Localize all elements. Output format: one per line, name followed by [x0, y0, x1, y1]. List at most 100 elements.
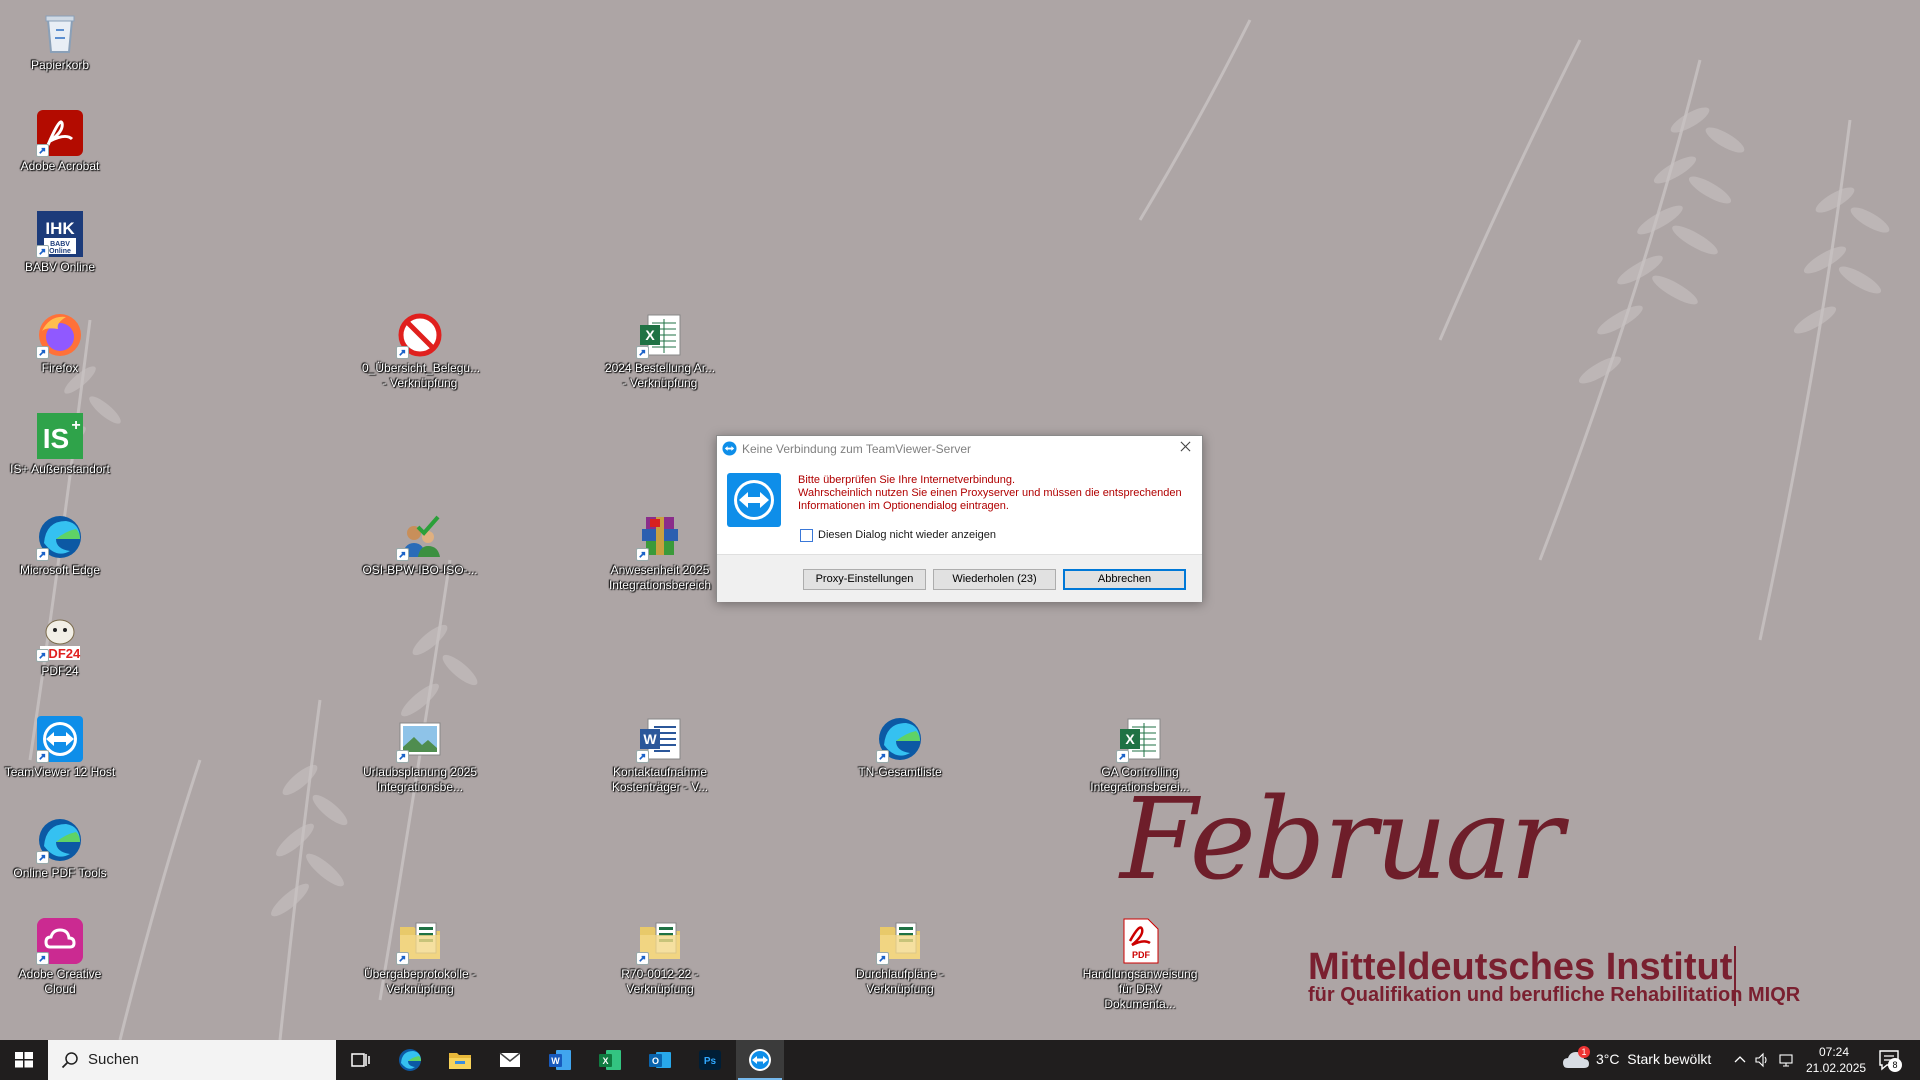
clock-date: 21.02.2025 — [1806, 1061, 1867, 1075]
network-button[interactable] — [1778, 1052, 1796, 1068]
desktop-icon-label: Durchlaufpläne - Verknüpfung — [855, 967, 945, 996]
shortcut-arrow-icon — [636, 346, 649, 359]
desktop-icon-label: Adobe Acrobat — [20, 159, 100, 173]
desktop-icon-kontaktaufnahme[interactable]: W Kontaktaufnahme Kostenträger - V... — [600, 711, 720, 795]
excel-file-icon: X — [636, 311, 684, 359]
is-plus-icon: IS + — [36, 412, 84, 460]
desktop-icon-pdf24[interactable]: PDF24 PDF24 — [0, 610, 120, 679]
folder-excel-icon — [396, 917, 444, 965]
desktop-icon-anwesenheit[interactable]: Anwesenheit 2025 Integrationsbereich — [600, 509, 720, 593]
pdf-file-icon: PDF — [1116, 917, 1164, 965]
desktop-icon-label: OSI-BPW-IBO-ISO-... — [362, 563, 478, 577]
desktop-icon-adobe-acrobat[interactable]: Adobe Acrobat — [0, 105, 120, 174]
svg-text:X: X — [602, 1056, 608, 1066]
excel-file-icon: X — [1116, 715, 1164, 763]
desktop-icon-creative-cloud[interactable]: Adobe Creative Cloud — [0, 913, 120, 997]
dialog-titlebar[interactable]: Keine Verbindung zum TeamViewer-Server — [717, 436, 1202, 462]
dialog-message-line: Wahrscheinlich nutzen Sie einen Proxyser… — [798, 487, 1182, 499]
desktop-icon-label: PDF24 — [41, 664, 79, 678]
desktop-icon-uebergabeprotokolle[interactable]: Übergabeprotokolle - Verknüpfung — [360, 913, 480, 997]
desktop-icon-label: GA Controlling Integrationsberei... — [1090, 765, 1190, 794]
desktop-icon-label: 0_Übersicht_Belegu... - Verknüpfung — [362, 361, 481, 390]
taskbar-mail[interactable] — [486, 1040, 534, 1080]
shortcut-arrow-icon — [876, 750, 889, 763]
desktop-icon-tn-gesamtliste[interactable]: TN-Gesamtliste — [840, 711, 960, 780]
creative-cloud-icon — [36, 917, 84, 965]
proxy-settings-button[interactable]: Proxy-Einstellungen — [803, 569, 926, 590]
shortcut-arrow-icon — [396, 952, 409, 965]
task-view-button[interactable] — [336, 1040, 384, 1080]
retry-button[interactable]: Wiederholen (23) — [933, 569, 1056, 590]
desktop-icon-label: TN-Gesamtliste — [858, 765, 942, 779]
wallpaper-abbr: MIQR — [1748, 984, 1801, 1006]
taskbar-teamviewer[interactable] — [736, 1040, 784, 1080]
shortcut-arrow-icon — [36, 649, 49, 662]
desktop-icon-label: Online PDF Tools — [13, 866, 107, 880]
taskbar-word[interactable]: W — [536, 1040, 584, 1080]
svg-text:IS: IS — [43, 423, 69, 454]
taskbar-outlook[interactable]: O — [636, 1040, 684, 1080]
shortcut-arrow-icon — [396, 346, 409, 359]
desktop-icon-firefox[interactable]: Firefox — [0, 307, 120, 376]
desktop-icon-urlaubsplanung[interactable]: Urlaubsplanung 2025 Integrationsbe... — [360, 711, 480, 795]
taskbar-excel[interactable]: X — [586, 1040, 634, 1080]
desktop-icon-ga-controlling[interactable]: X GA Controlling Integrationsberei... — [1080, 711, 1200, 795]
svg-text:X: X — [1125, 731, 1135, 747]
volume-button[interactable] — [1754, 1052, 1772, 1068]
word-icon: W — [549, 1050, 571, 1070]
desktop-icon-label: Übergabeprotokolle - Verknüpfung — [363, 967, 477, 996]
taskbar-file-explorer[interactable] — [436, 1040, 484, 1080]
cancel-button[interactable]: Abbrechen — [1063, 569, 1186, 590]
speaker-icon — [1755, 1052, 1767, 1068]
teamviewer-icon — [722, 441, 737, 456]
desktop-icon-label: Kontaktaufnahme Kostenträger - V... — [611, 765, 709, 794]
shortcut-arrow-icon — [1116, 750, 1129, 763]
desktop-icon-label: R70-0012-22 - Verknüpfung — [621, 967, 699, 996]
dont-show-again-checkbox[interactable] — [800, 529, 813, 542]
firefox-icon — [36, 311, 84, 359]
desktop-icon-2024-bestellung[interactable]: X 2024 Bestellung Ar... - Verknüpfung — [600, 307, 720, 391]
shortcut-arrow-icon — [396, 750, 409, 763]
edge-icon — [399, 1049, 421, 1071]
desktop-icon-handlungsanweisung[interactable]: PDF Handlungsanweisung für DRV Dokumenta… — [1080, 913, 1200, 1012]
dialog-message-line: Informationen im Optionendialog eintrage… — [798, 500, 1009, 512]
search-box[interactable]: Suchen — [48, 1040, 336, 1080]
desktop-icon-osi-bpw[interactable]: OSI-BPW-IBO-ISO-... — [360, 509, 480, 578]
mail-icon — [499, 1052, 521, 1067]
windows-logo-icon — [15, 1052, 33, 1068]
desktop-icon-label: BABV Online — [24, 260, 96, 274]
taskbar: Suchen W X O Ps 1 3°C Stark bewölkt 07:2… — [0, 1040, 1920, 1080]
desktop-icon-microsoft-edge[interactable]: Microsoft Edge — [0, 509, 120, 578]
svg-text:X: X — [645, 327, 655, 343]
desktop-icon-babv-online[interactable]: IHK BABV Online BABV Online — [0, 206, 120, 275]
dialog-message-line: Bitte überprüfen Sie Ihre Internetverbin… — [798, 474, 1016, 486]
taskbar-edge[interactable] — [386, 1040, 434, 1080]
close-icon — [1180, 441, 1190, 452]
teamviewer-icon — [749, 1049, 771, 1071]
search-icon — [61, 1052, 78, 1069]
winrar-icon — [636, 513, 684, 561]
desktop-icon-label: IS+ Außenstandort — [10, 462, 110, 476]
desktop-icon-durchlaufplaene[interactable]: Durchlaufpläne - Verknüpfung — [840, 913, 960, 997]
photoshop-icon: Ps — [699, 1050, 721, 1070]
teamviewer-connection-dialog: Keine Verbindung zum TeamViewer-Server B… — [716, 435, 1203, 602]
clock[interactable]: 07:24 21.02.2025 — [1806, 1044, 1867, 1076]
desktop-icon-uebersicht-belegung[interactable]: 0_Übersicht_Belegu... - Verknüpfung — [360, 307, 480, 391]
desktop-icon-label: Microsoft Edge — [19, 563, 101, 577]
shortcut-arrow-icon — [36, 851, 49, 864]
desktop-icon-recycle-bin[interactable]: Papierkorb — [0, 4, 120, 73]
folder-excel-icon — [876, 917, 924, 965]
wallpaper-subtitle: für Qualifikation und berufliche Rehabil… — [1308, 984, 1743, 1006]
desktop-icon-teamviewer-host[interactable]: TeamViewer 12 Host — [0, 711, 120, 780]
desktop-icon-label: Anwesenheit 2025 Integrationsbereich — [608, 563, 712, 592]
desktop-icon-is-plus[interactable]: IS + IS+ Außenstandort — [0, 408, 120, 477]
start-button[interactable] — [0, 1040, 48, 1080]
dont-show-again-label[interactable]: Diesen Dialog nicht wieder anzeigen — [818, 529, 996, 541]
svg-text:IHK: IHK — [45, 219, 75, 238]
show-hidden-icons-button[interactable] — [1732, 1052, 1750, 1068]
taskbar-photoshop[interactable]: Ps — [686, 1040, 734, 1080]
desktop-icon-online-pdf-tools[interactable]: Online PDF Tools — [0, 812, 120, 881]
close-button[interactable] — [1174, 438, 1196, 458]
edge-icon — [876, 715, 924, 763]
desktop-icon-r70-0012-22[interactable]: R70-0012-22 - Verknüpfung — [600, 913, 720, 997]
